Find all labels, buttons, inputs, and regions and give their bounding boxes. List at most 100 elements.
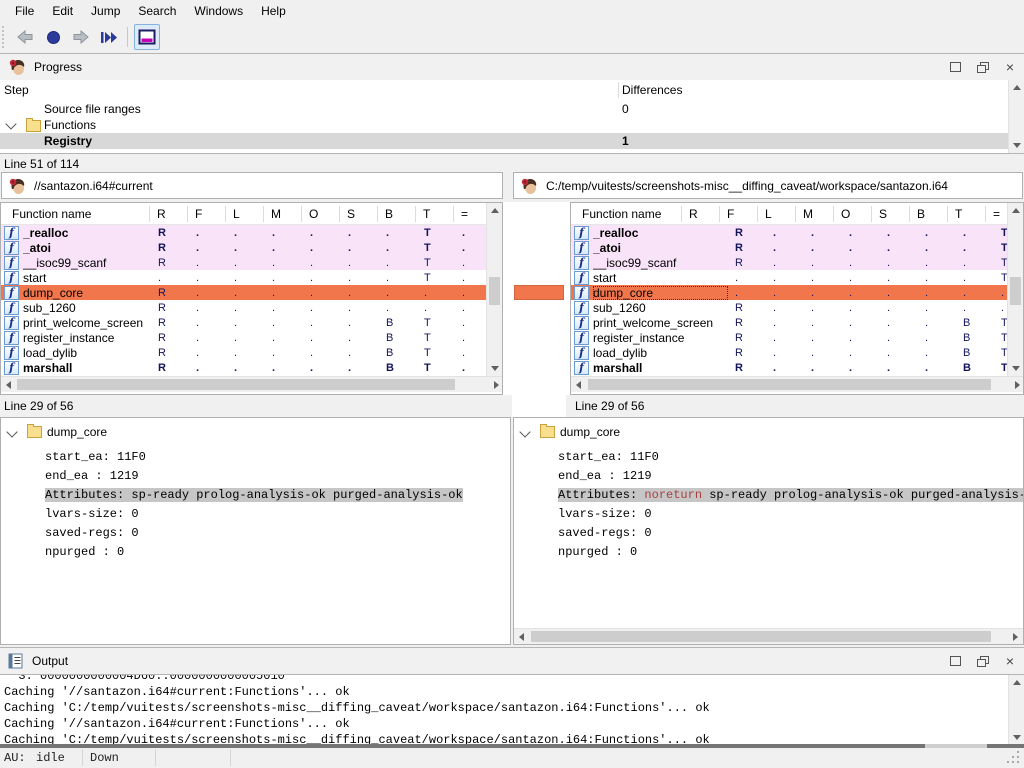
column-header-R[interactable]: R xyxy=(149,206,187,222)
function-row[interactable]: fregister_instanceR.....BT. xyxy=(1,330,502,345)
menu-jump[interactable]: Jump xyxy=(82,0,129,22)
resize-grip[interactable] xyxy=(1007,751,1021,765)
chevron-down-icon[interactable] xyxy=(6,426,17,437)
scrollbar-thumb[interactable] xyxy=(17,379,455,390)
column-header-T[interactable]: T xyxy=(415,206,453,222)
toolbar-drag-handle[interactable] xyxy=(2,26,7,48)
column-header-M[interactable]: M xyxy=(795,206,833,222)
scroll-up-button[interactable] xyxy=(1008,203,1023,218)
output-vertical-scrollbar[interactable] xyxy=(1008,675,1024,745)
close-icon[interactable]: × xyxy=(1004,655,1016,667)
scroll-right-button[interactable] xyxy=(1010,377,1024,392)
column-header-B[interactable]: B xyxy=(909,206,947,222)
column-separator[interactable] xyxy=(618,82,619,98)
forward-arrow-button[interactable] xyxy=(69,25,93,49)
function-row[interactable]: fprint_welcome_screenR.....BT. xyxy=(571,315,1023,330)
function-row[interactable]: f__isoc99_scanfR......T. xyxy=(1,255,502,270)
scroll-left-button[interactable] xyxy=(1,377,16,392)
close-icon[interactable]: × xyxy=(1004,61,1016,73)
scroll-down-button[interactable] xyxy=(1008,361,1023,376)
menu-help[interactable]: Help xyxy=(252,0,295,22)
right-detail-tree-row[interactable]: dump_core xyxy=(514,422,1023,444)
function-row[interactable]: fstart.......T. xyxy=(1,270,502,285)
column-header-O[interactable]: O xyxy=(833,206,871,222)
continue-button[interactable] xyxy=(97,25,121,49)
maximize-icon[interactable] xyxy=(950,656,961,666)
column-header-S[interactable]: S xyxy=(871,206,909,222)
scroll-left-button[interactable] xyxy=(571,377,586,392)
scroll-up-button[interactable] xyxy=(1009,675,1024,690)
column-header-T[interactable]: T xyxy=(947,206,985,222)
chevron-down-icon[interactable] xyxy=(5,118,16,129)
column-header-F[interactable]: F xyxy=(719,206,757,222)
column-header-L[interactable]: L xyxy=(757,206,795,222)
right-detail-horizontal-scrollbar[interactable] xyxy=(514,628,1023,644)
diff-sync-marker[interactable] xyxy=(514,285,564,300)
left-vertical-scrollbar[interactable] xyxy=(486,203,502,376)
scroll-right-button[interactable] xyxy=(489,377,503,392)
function-row[interactable]: f_atoiR......T. xyxy=(1,240,502,255)
menu-windows[interactable]: Windows xyxy=(185,0,252,22)
function-row[interactable]: fdump_core......... xyxy=(571,285,1023,300)
progress-row[interactable]: Functions xyxy=(0,117,1008,133)
progress-row[interactable]: Registry1 xyxy=(0,133,1008,149)
chevron-down-icon[interactable] xyxy=(519,426,530,437)
function-row[interactable]: f__isoc99_scanfR......T. xyxy=(571,255,1023,270)
column-header-differences[interactable]: Differences xyxy=(622,83,682,97)
right-horizontal-scrollbar[interactable] xyxy=(571,376,1024,392)
progress-vertical-scrollbar[interactable] xyxy=(1008,80,1024,153)
right-file-header[interactable]: C:/temp/vuitests/screenshots-misc__diffi… xyxy=(513,172,1023,199)
column-header-S[interactable]: S xyxy=(339,206,377,222)
output-console[interactable]: 3: 0000000000004D60..0000000000005010Cac… xyxy=(0,674,1024,745)
function-row[interactable]: fregister_instanceR.....BT. xyxy=(571,330,1023,345)
stop-button[interactable] xyxy=(41,25,65,49)
function-row[interactable]: fmarshallR.....BT. xyxy=(571,360,1023,375)
graph-view-toggle-button[interactable] xyxy=(134,24,160,50)
column-header-step[interactable]: Step xyxy=(4,83,29,97)
menu-search[interactable]: Search xyxy=(129,0,185,22)
scroll-up-button[interactable] xyxy=(487,203,502,218)
scroll-down-button[interactable] xyxy=(487,361,502,376)
function-row[interactable]: f_reallocR......T. xyxy=(571,225,1023,240)
column-header-function-name[interactable]: Function name xyxy=(1,207,149,221)
left-horizontal-scrollbar[interactable] xyxy=(1,376,503,392)
scroll-down-button[interactable] xyxy=(1009,730,1024,745)
column-header-F[interactable]: F xyxy=(187,206,225,222)
scrollbar-thumb[interactable] xyxy=(531,631,991,642)
function-row[interactable]: fmarshallR.....BT. xyxy=(1,360,502,375)
menu-edit[interactable]: Edit xyxy=(43,0,82,22)
left-detail-tree-row[interactable]: dump_core xyxy=(1,422,510,444)
function-row[interactable]: fstart.......T. xyxy=(571,270,1023,285)
function-row[interactable]: f_atoiR......T. xyxy=(571,240,1023,255)
scrollbar-thumb[interactable] xyxy=(489,277,500,305)
scrollbar-thumb[interactable] xyxy=(1010,277,1021,305)
restore-icon[interactable] xyxy=(977,62,988,72)
function-row[interactable]: fprint_welcome_screenR.....BT. xyxy=(1,315,502,330)
column-header-function-name[interactable]: Function name xyxy=(571,207,681,221)
column-header-R[interactable]: R xyxy=(681,206,719,222)
output-panel-titlebar[interactable]: Output × xyxy=(0,647,1024,675)
column-header-L[interactable]: L xyxy=(225,206,263,222)
menu-file[interactable]: File xyxy=(6,0,43,22)
left-file-header[interactable]: //santazon.i64#current xyxy=(1,172,503,199)
column-header-M[interactable]: M xyxy=(263,206,301,222)
maximize-icon[interactable] xyxy=(950,62,961,72)
function-row[interactable]: fload_dylibR.....BT. xyxy=(1,345,502,360)
function-row[interactable]: fsub_1260R........ xyxy=(1,300,502,315)
restore-icon[interactable] xyxy=(977,656,988,666)
scroll-left-button[interactable] xyxy=(514,629,529,644)
column-header-B[interactable]: B xyxy=(377,206,415,222)
function-row[interactable]: fload_dylibR.....BT. xyxy=(571,345,1023,360)
function-row[interactable]: fdump_coreR........ xyxy=(1,285,502,300)
right-vertical-scrollbar[interactable] xyxy=(1007,203,1023,376)
progress-panel-titlebar[interactable]: Progress × xyxy=(0,53,1024,81)
back-arrow-button[interactable] xyxy=(13,25,37,49)
scroll-down-button[interactable] xyxy=(1009,138,1024,153)
function-row[interactable]: fsub_1260R........ xyxy=(571,300,1023,315)
function-row[interactable]: f_reallocR......T. xyxy=(1,225,502,240)
scroll-up-button[interactable] xyxy=(1009,80,1024,95)
scrollbar-thumb[interactable] xyxy=(588,379,991,390)
column-header-O[interactable]: O xyxy=(301,206,339,222)
scroll-right-button[interactable] xyxy=(1008,629,1023,644)
progress-row[interactable]: Source file ranges0 xyxy=(0,101,1008,117)
